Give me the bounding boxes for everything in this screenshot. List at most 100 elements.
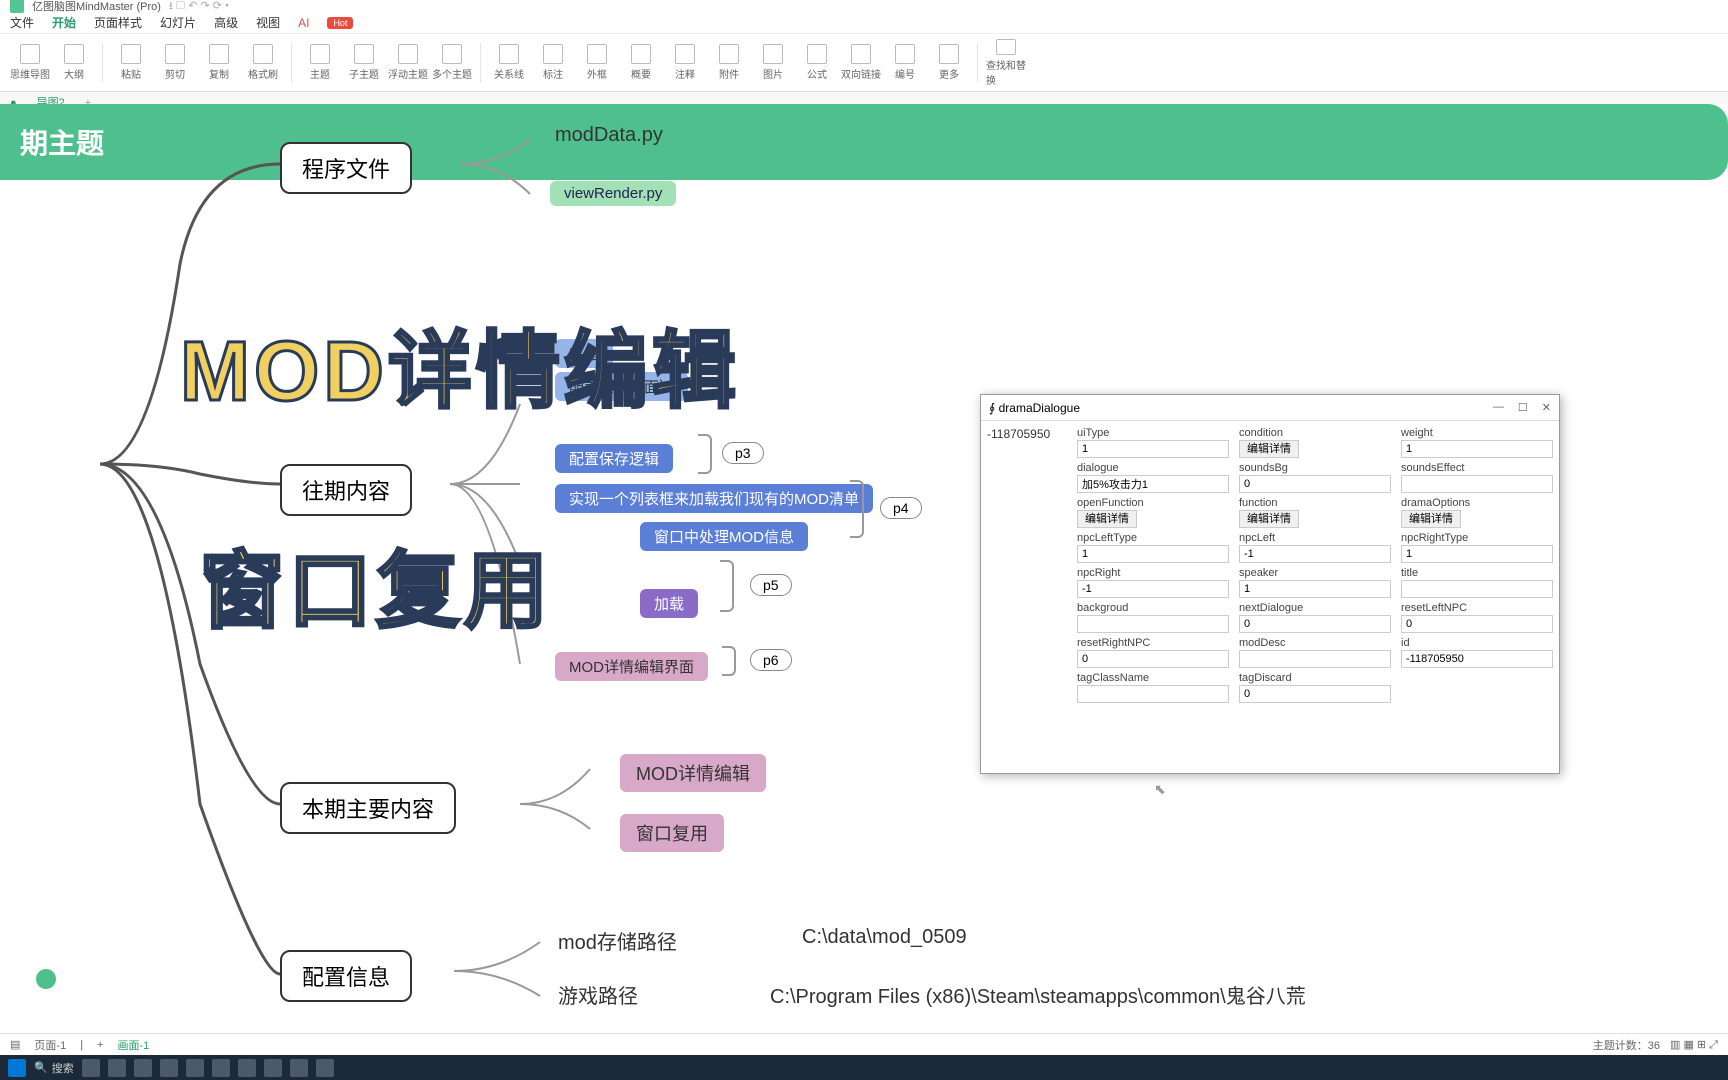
- rb-cut[interactable]: 剪切: [155, 39, 195, 87]
- node-config[interactable]: 配置信息: [280, 950, 412, 1002]
- menu-start[interactable]: 开始: [52, 14, 76, 31]
- past-cfglogic[interactable]: 配置保存逻辑: [555, 444, 673, 473]
- field-input-resetRightNPC[interactable]: [1077, 650, 1229, 668]
- taskbar[interactable]: 🔍 搜索: [0, 1055, 1728, 1080]
- field-btn-function[interactable]: 编辑详情: [1239, 510, 1299, 528]
- file-viewrender[interactable]: viewRender.py: [550, 181, 676, 206]
- field-input-npcRightType[interactable]: [1401, 545, 1553, 563]
- maximize-icon[interactable]: ☐: [1518, 401, 1528, 414]
- rb-floattopic[interactable]: 浮动主题: [388, 39, 428, 87]
- status-center[interactable]: 画面-1: [117, 1037, 149, 1053]
- tb-mindmaster[interactable]: [290, 1059, 308, 1077]
- status-icons[interactable]: ▥ ▦ ⊞ ⤢: [1670, 1038, 1718, 1052]
- rb-formatpainter[interactable]: 格式刷: [243, 39, 283, 87]
- field-input-weight[interactable]: [1401, 440, 1553, 458]
- rb-outline[interactable]: 大纲: [54, 39, 94, 87]
- past-load[interactable]: 加载: [640, 589, 698, 618]
- canvas[interactable]: 期主题 程序文件 modData.py viewRender.py 往期内容 存…: [0, 104, 1728, 1052]
- rb-note[interactable]: 注释: [665, 39, 705, 87]
- rb-relation[interactable]: 关系线: [489, 39, 529, 87]
- menu-advanced[interactable]: 高级: [214, 14, 238, 31]
- minimize-icon[interactable]: —: [1493, 401, 1504, 414]
- dialog-side-value[interactable]: -118705950: [987, 427, 1069, 703]
- tb-chrome[interactable]: [82, 1059, 100, 1077]
- tb-edge[interactable]: [108, 1059, 126, 1077]
- tag-p4[interactable]: p4: [880, 497, 922, 519]
- rb-subtopic[interactable]: 子主题: [344, 39, 384, 87]
- field-input-dialogue[interactable]: [1077, 475, 1229, 493]
- field-input-soundsBg[interactable]: [1239, 475, 1391, 493]
- tag-p6[interactable]: p6: [750, 649, 792, 671]
- start-icon[interactable]: [8, 1059, 26, 1077]
- menu-slide[interactable]: 幻灯片: [160, 14, 196, 31]
- tag-p5[interactable]: p5: [750, 574, 792, 596]
- field-input-npcRight[interactable]: [1077, 580, 1229, 598]
- tb-vscode[interactable]: [186, 1059, 204, 1077]
- rb-copy[interactable]: 复制: [199, 39, 239, 87]
- tb-app2[interactable]: [238, 1059, 256, 1077]
- rb-callout[interactable]: 标注: [533, 39, 573, 87]
- rb-attach[interactable]: 附件: [709, 39, 749, 87]
- tag-p3[interactable]: p3: [722, 442, 764, 464]
- field-input-npcLeftType[interactable]: [1077, 545, 1229, 563]
- menu-view[interactable]: 视图: [256, 14, 280, 31]
- field-input-tagDiscard[interactable]: [1239, 685, 1391, 703]
- menu-ai[interactable]: AI: [298, 16, 309, 30]
- node-thiscurrent[interactable]: 本期主要内容: [280, 782, 456, 834]
- past-winmod[interactable]: 窗口中处理MOD信息: [640, 522, 808, 551]
- close-icon[interactable]: ✕: [1542, 401, 1551, 414]
- field-btn-openFunction[interactable]: 编辑详情: [1077, 510, 1137, 528]
- rb-boundary[interactable]: 外框: [577, 39, 617, 87]
- node-progfile[interactable]: 程序文件: [280, 142, 412, 194]
- status-add[interactable]: +: [97, 1039, 103, 1051]
- taskbar-search[interactable]: 🔍 搜索: [34, 1060, 74, 1076]
- rb-image[interactable]: 图片: [753, 39, 793, 87]
- node-pastcontent[interactable]: 往期内容: [280, 464, 412, 516]
- rb-mindmap[interactable]: 思维导图: [10, 39, 50, 87]
- rb-multitopic[interactable]: 多个主题: [432, 39, 472, 87]
- rb-formula[interactable]: 公式: [797, 39, 837, 87]
- field-input-modDesc[interactable]: [1239, 650, 1391, 668]
- status-page-icon[interactable]: ▤: [10, 1038, 20, 1051]
- tb-app1[interactable]: [160, 1059, 178, 1077]
- field-input-soundsEffect[interactable]: [1401, 475, 1553, 493]
- dialog-window[interactable]: ∮ dramaDialogue — ☐ ✕ -118705950 uiTypec…: [980, 394, 1560, 774]
- past-moddetail[interactable]: MOD详情编辑界面: [555, 652, 708, 681]
- field-btn-condition[interactable]: 编辑详情: [1239, 440, 1299, 458]
- field-input-title[interactable]: [1401, 580, 1553, 598]
- menu-pagestyle[interactable]: 页面样式: [94, 14, 142, 31]
- field-input-backgroud[interactable]: [1077, 615, 1229, 633]
- menu-file[interactable]: 文件: [10, 14, 34, 31]
- tb-steam[interactable]: [212, 1059, 230, 1077]
- rb-paste[interactable]: 粘贴: [111, 39, 151, 87]
- rb-summary[interactable]: 概要: [621, 39, 661, 87]
- cfg-storlabel[interactable]: mod存储路径: [558, 926, 677, 955]
- field-btn-dramaOptions[interactable]: 编辑详情: [1401, 510, 1461, 528]
- rb-number[interactable]: 编号: [885, 39, 925, 87]
- field-input-id[interactable]: [1401, 650, 1553, 668]
- tb-app3[interactable]: [264, 1059, 282, 1077]
- field-input-npcLeft[interactable]: [1239, 545, 1391, 563]
- dialog-titlebar[interactable]: ∮ dramaDialogue — ☐ ✕: [981, 395, 1559, 421]
- tb-explorer[interactable]: [134, 1059, 152, 1077]
- cfg-gamelabel[interactable]: 游戏路径: [558, 980, 638, 1009]
- field-input-uiType[interactable]: [1077, 440, 1229, 458]
- fab-icon[interactable]: [36, 969, 56, 989]
- rb-topic[interactable]: 主题: [300, 39, 340, 87]
- current-moddetail[interactable]: MOD详情编辑: [620, 754, 766, 792]
- tb-app4[interactable]: [316, 1059, 334, 1077]
- rb-bilink[interactable]: 双向链接: [841, 39, 881, 87]
- root-node[interactable]: 期主题: [0, 104, 1728, 180]
- current-winreuse[interactable]: 窗口复用: [620, 814, 724, 852]
- cfg-storval[interactable]: C:\data\mod_0509: [802, 926, 967, 949]
- rb-more[interactable]: 更多: [929, 39, 969, 87]
- field-input-speaker[interactable]: [1239, 580, 1391, 598]
- field-input-tagClassName[interactable]: [1077, 685, 1229, 703]
- field-input-resetLeftNPC[interactable]: [1401, 615, 1553, 633]
- past-listload[interactable]: 实现一个列表框来加载我们现有的MOD清单: [555, 484, 873, 513]
- file-moddata[interactable]: modData.py: [555, 124, 663, 147]
- field-input-nextDialogue[interactable]: [1239, 615, 1391, 633]
- status-page[interactable]: 页面-1: [34, 1037, 66, 1053]
- cfg-gameval[interactable]: C:\Program Files (x86)\Steam\steamapps\c…: [770, 980, 1306, 1009]
- rb-findreplace[interactable]: 查找和替换: [986, 39, 1026, 87]
